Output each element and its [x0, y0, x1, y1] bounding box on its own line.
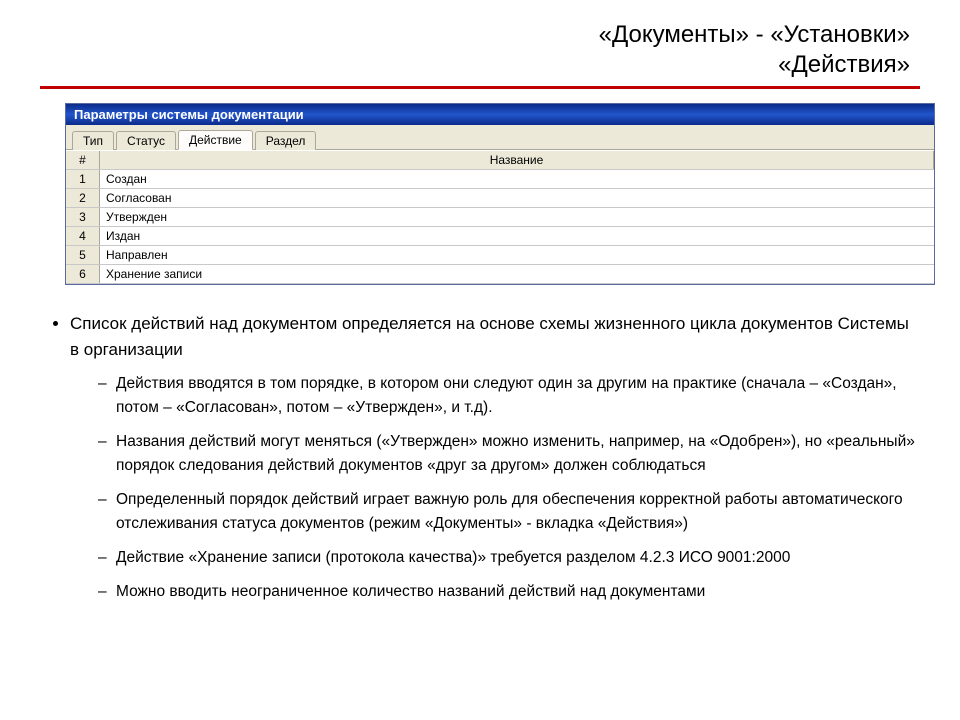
tab-action[interactable]: Действие: [178, 130, 253, 150]
tab-type[interactable]: Тип: [72, 131, 114, 150]
table-row[interactable]: 5 Направлен: [66, 246, 934, 265]
grid-header-row: # Название: [66, 151, 934, 170]
slide: «Документы» - «Установки» «Действия» Пар…: [0, 0, 960, 720]
tab-strip: Тип Статус Действие Раздел: [66, 125, 934, 150]
slide-title: «Документы» - «Установки» «Действия»: [40, 20, 920, 80]
bullet-list: Список действий над документом определяе…: [40, 311, 920, 604]
sub-bullet: Действия вводятся в том порядке, в котор…: [98, 372, 920, 420]
row-name: Утвержден: [100, 208, 934, 226]
grid-body: 1 Создан 2 Согласован 3 Утвержден 4 Изда…: [66, 170, 934, 284]
tab-status[interactable]: Статус: [116, 131, 176, 150]
title-line-1: «Документы» - «Установки»: [40, 20, 910, 50]
row-index: 3: [66, 208, 100, 226]
sub-bullet: Действие «Хранение записи (протокола кач…: [98, 546, 920, 570]
row-name: Хранение записи: [100, 265, 934, 283]
row-name: Создан: [100, 170, 934, 188]
bullet-main: Список действий над документом определяе…: [70, 311, 920, 604]
row-index: 5: [66, 246, 100, 264]
bullet-main-text: Список действий над документом определяе…: [70, 314, 909, 359]
row-index: 4: [66, 227, 100, 245]
row-index: 1: [66, 170, 100, 188]
row-index: 6: [66, 265, 100, 283]
title-divider: [40, 86, 920, 89]
col-header-name[interactable]: Название: [100, 151, 934, 169]
table-row[interactable]: 2 Согласован: [66, 189, 934, 208]
table-row[interactable]: 4 Издан: [66, 227, 934, 246]
col-header-index[interactable]: #: [66, 151, 100, 169]
window-caption: Параметры системы документации: [74, 107, 304, 122]
app-window: Параметры системы документации Тип Стату…: [65, 103, 935, 285]
sub-bullet: Можно вводить неограниченное количество …: [98, 580, 920, 604]
sub-bullet: Названия действий могут меняться («Утвер…: [98, 430, 920, 478]
table-row[interactable]: 1 Создан: [66, 170, 934, 189]
row-name: Согласован: [100, 189, 934, 207]
title-line-2: «Действия»: [40, 50, 910, 80]
row-name: Издан: [100, 227, 934, 245]
sub-bullet: Определенный порядок действий играет важ…: [98, 488, 920, 536]
body-text: Список действий над документом определяе…: [40, 311, 920, 604]
tab-section[interactable]: Раздел: [255, 131, 317, 150]
row-index: 2: [66, 189, 100, 207]
data-grid: # Название 1 Создан 2 Согласован 3 Утвер…: [66, 150, 934, 284]
window-titlebar: Параметры системы документации: [66, 104, 934, 125]
table-row[interactable]: 3 Утвержден: [66, 208, 934, 227]
table-row[interactable]: 6 Хранение записи: [66, 265, 934, 284]
row-name: Направлен: [100, 246, 934, 264]
sub-bullet-list: Действия вводятся в том порядке, в котор…: [70, 372, 920, 604]
